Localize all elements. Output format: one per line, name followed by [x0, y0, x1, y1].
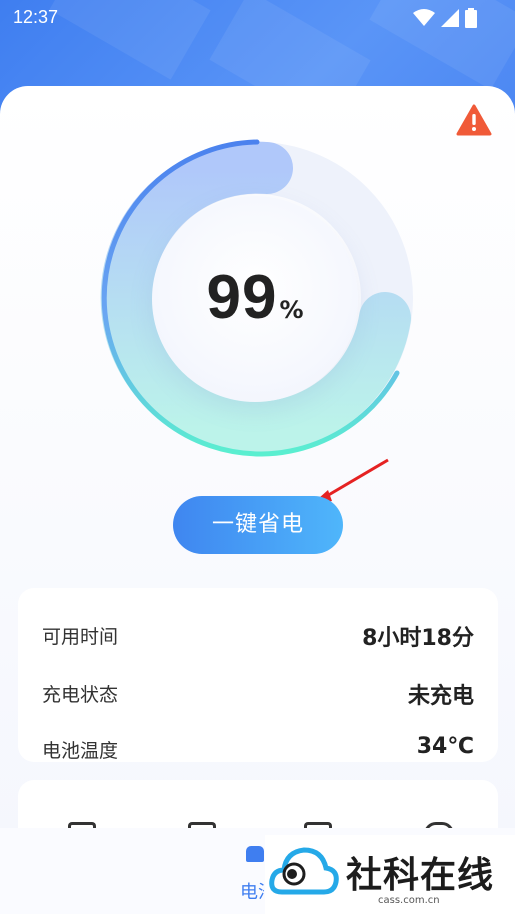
info-label: 可用时间 [42, 626, 119, 648]
status-time: 12:37 [13, 7, 59, 27]
watermark-sub: cass.com.cn [378, 895, 440, 906]
battery-tab-icon[interactable] [246, 846, 264, 862]
info-label: 充电状态 [42, 684, 119, 706]
one-key-save-button[interactable]: 一键省电 [173, 496, 343, 554]
info-row-charging-status: 充电状态 未充电 [42, 680, 474, 710]
status-bar: 12:37 [0, 0, 515, 36]
info-label: 电池温度 [42, 740, 119, 762]
percent-sign: % [279, 296, 304, 324]
watermark-title: 社科在线 [346, 854, 495, 896]
status-icons [413, 8, 477, 28]
info-row-available-time: 可用时间 8小时18分 [42, 622, 474, 652]
info-value: 未充电 [407, 684, 474, 709]
info-value: 34℃ [416, 734, 474, 759]
battery-icon [465, 8, 477, 28]
watermark-logo [269, 847, 339, 895]
info-value: 8小时18分 [362, 626, 474, 651]
signal-icon [441, 9, 459, 27]
tab-battery[interactable]: 电池 [240, 878, 264, 904]
info-row-temperature: 电池温度 34℃ [42, 734, 474, 762]
battery-level: 99 [206, 263, 278, 332]
battery-percent: 99% [152, 262, 358, 333]
wifi-icon [413, 9, 435, 26]
battery-info-card: 可用时间 8小时18分 充电状态 未充电 电池温度 34℃ [18, 588, 498, 762]
warning-icon[interactable] [456, 104, 492, 136]
